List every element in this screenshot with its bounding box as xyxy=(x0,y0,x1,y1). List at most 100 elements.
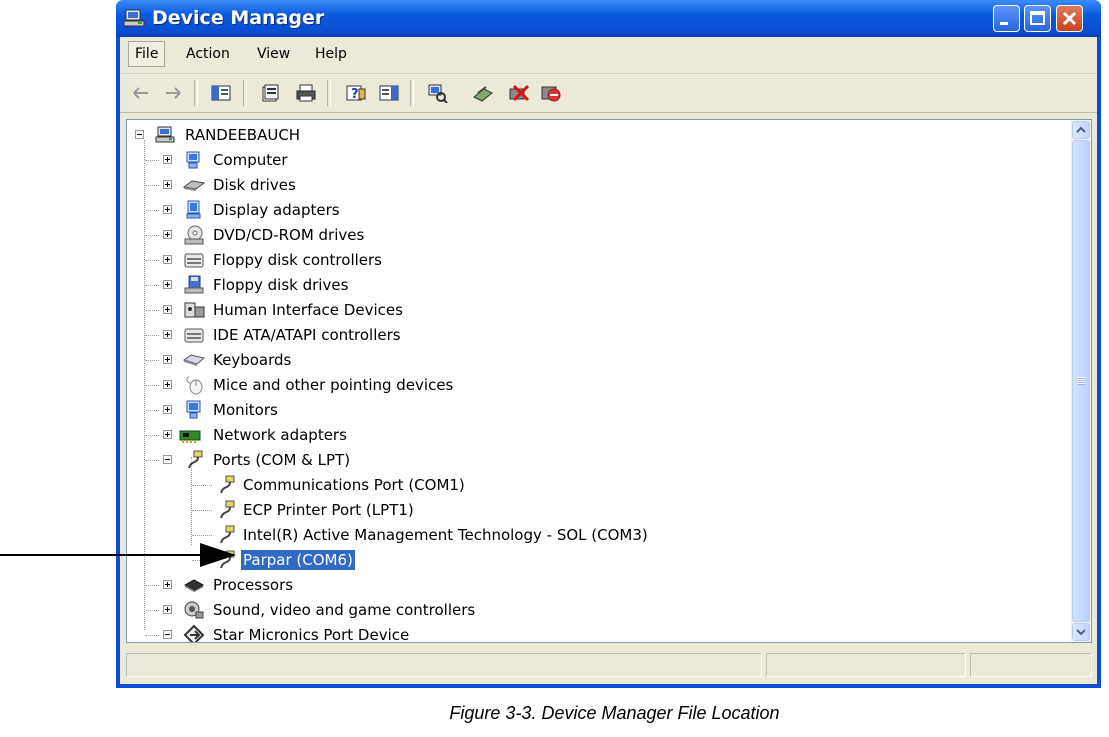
forward-icon[interactable] xyxy=(162,83,184,103)
show-hide-console-tree-icon[interactable] xyxy=(210,83,232,103)
tree-item-port-lpt1[interactable]: ECP Printer Port (LPT1) xyxy=(127,499,1071,523)
tree-item-computer[interactable]: Computer xyxy=(127,149,1071,173)
expand-toggle[interactable] xyxy=(163,605,172,614)
dvd-drive-icon xyxy=(184,225,204,245)
collapse-toggle[interactable] xyxy=(163,630,172,639)
tree-item-label: Display adapters xyxy=(213,201,340,219)
tree-item-label: Floppy disk controllers xyxy=(213,251,382,269)
expand-toggle[interactable] xyxy=(163,255,172,264)
window-title: Device Manager xyxy=(152,7,325,29)
tree-connector xyxy=(145,360,159,361)
expand-toggle[interactable] xyxy=(163,330,172,339)
menu-action[interactable]: Action xyxy=(186,46,230,62)
scroll-thumb[interactable] xyxy=(1072,140,1090,622)
expand-toggle[interactable] xyxy=(163,305,172,314)
expand-toggle[interactable] xyxy=(163,355,172,364)
menu-file[interactable]: File xyxy=(128,41,166,67)
tree-root-label: RANDEEBAUCH xyxy=(185,126,301,144)
tree-item-mice[interactable]: Mice and other pointing devices xyxy=(127,374,1071,398)
tree-connector xyxy=(192,510,212,511)
tree-connector xyxy=(145,285,159,286)
sound-icon xyxy=(184,601,204,619)
scan-hardware-icon[interactable] xyxy=(426,83,448,103)
tree-item-processors[interactable]: Processors xyxy=(127,574,1071,598)
tree-item-label: Communications Port (COM1) xyxy=(243,476,465,494)
expand-toggle[interactable] xyxy=(163,155,172,164)
tree-item-floppy-disk-drives[interactable]: Floppy disk drives xyxy=(127,274,1071,298)
tree-item-ide-ata-atapi-controllers[interactable]: IDE ATA/ATAPI controllers xyxy=(127,324,1071,348)
maximize-button[interactable] xyxy=(1024,5,1051,32)
tree-item-human-interface-devices[interactable]: Human Interface Devices xyxy=(127,299,1071,323)
tree-connector xyxy=(192,535,212,536)
expand-toggle[interactable] xyxy=(163,430,172,439)
scroll-up-button[interactable] xyxy=(1072,121,1090,139)
tree-item-network-adapters[interactable]: Network adapters xyxy=(127,424,1071,448)
display-adapter-icon xyxy=(186,200,201,219)
expand-toggle[interactable] xyxy=(163,180,172,189)
tree-connector xyxy=(145,610,159,611)
tree-item-label: Floppy disk drives xyxy=(213,276,349,294)
tree-item-display-adapters[interactable]: Display adapters xyxy=(127,199,1071,223)
back-icon[interactable] xyxy=(130,83,152,103)
tree-item-star-micronics-port-device[interactable]: Star Micronics Port Device xyxy=(127,624,1071,642)
menu-bar: File Action View Help xyxy=(120,37,1097,74)
network-adapter-icon xyxy=(179,430,201,443)
tree-item-label: Intel(R) Active Management Technology - … xyxy=(243,526,648,544)
tree-item-label: Processors xyxy=(213,576,294,594)
expand-toggle[interactable] xyxy=(163,580,172,589)
status-pane xyxy=(126,653,762,677)
maximize-icon xyxy=(1030,11,1045,25)
minimize-button[interactable] xyxy=(993,5,1020,32)
disable-icon[interactable] xyxy=(540,83,562,103)
expand-toggle[interactable] xyxy=(163,230,172,239)
tree-item-label: Network adapters xyxy=(213,426,347,444)
ide-controller-icon xyxy=(184,328,204,343)
tree-item-label: ECP Printer Port (LPT1) xyxy=(243,501,414,519)
show-hide-action-pane-icon[interactable] xyxy=(378,83,400,103)
tree-item-label: IDE ATA/ATAPI controllers xyxy=(213,326,401,344)
menu-help[interactable]: Help xyxy=(315,46,347,62)
update-driver-icon[interactable] xyxy=(472,83,494,103)
device-tree-view[interactable]: RANDEEBAUCH Computer Disk drives Display… xyxy=(126,119,1092,643)
monitor-icon xyxy=(186,400,201,419)
help-icon[interactable]: ? xyxy=(345,83,367,103)
tree-item-port-com1[interactable]: Communications Port (COM1) xyxy=(127,474,1071,498)
tree-item-sound-video-game-controllers[interactable]: Sound, video and game controllers xyxy=(127,599,1071,623)
uninstall-icon[interactable] xyxy=(508,83,530,103)
expand-toggle[interactable] xyxy=(163,205,172,214)
tree-item-port-com6[interactable]: Parpar (COM6) xyxy=(127,549,1071,573)
close-button[interactable] xyxy=(1056,5,1083,32)
device-tree: RANDEEBAUCH Computer Disk drives Display… xyxy=(127,120,1071,642)
tree-item-disk-drives[interactable]: Disk drives xyxy=(127,174,1071,198)
disk-drive-icon xyxy=(183,180,205,191)
tree-item-floppy-disk-controllers[interactable]: Floppy disk controllers xyxy=(127,249,1071,273)
expand-toggle[interactable] xyxy=(163,405,172,414)
scroll-down-button[interactable] xyxy=(1072,623,1090,641)
star-port-icon xyxy=(183,625,205,642)
tree-root[interactable]: RANDEEBAUCH xyxy=(127,124,1071,148)
tree-item-port-com3[interactable]: Intel(R) Active Management Technology - … xyxy=(127,524,1071,548)
title-bar[interactable]: Device Manager xyxy=(116,0,1101,37)
expand-toggle[interactable] xyxy=(163,380,172,389)
tree-item-monitors[interactable]: Monitors xyxy=(127,399,1071,423)
print-icon[interactable] xyxy=(295,83,317,103)
vertical-scrollbar[interactable] xyxy=(1071,120,1091,642)
status-pane xyxy=(766,653,966,677)
expand-toggle[interactable] xyxy=(163,280,172,289)
chevron-up-icon xyxy=(1076,126,1086,133)
toolbar-separator xyxy=(410,80,414,106)
collapse-toggle[interactable] xyxy=(163,455,172,464)
tree-item-label: Keyboards xyxy=(213,351,292,369)
tree-item-dvd-cd-rom-drives[interactable]: DVD/CD-ROM drives xyxy=(127,224,1071,248)
keyboard-icon xyxy=(183,354,205,366)
collapse-toggle[interactable] xyxy=(135,130,144,139)
tree-item-keyboards[interactable]: Keyboards xyxy=(127,349,1071,373)
properties-icon[interactable] xyxy=(260,83,282,103)
tree-connector xyxy=(145,410,159,411)
tree-connector xyxy=(145,235,159,236)
tree-connector xyxy=(145,260,159,261)
menu-view[interactable]: View xyxy=(257,46,290,62)
hid-icon xyxy=(184,302,205,318)
tree-item-label: Star Micronics Port Device xyxy=(213,626,410,642)
tree-item-ports[interactable]: Ports (COM & LPT) xyxy=(127,449,1071,473)
